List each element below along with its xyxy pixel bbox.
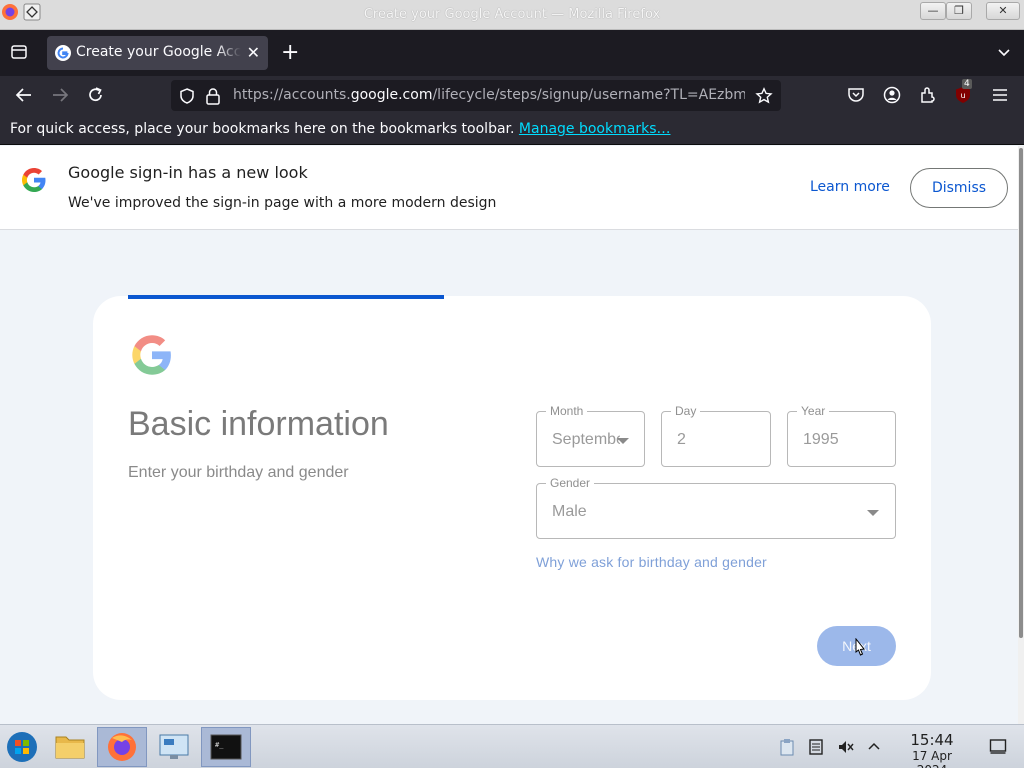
lock-icon[interactable] [205,87,221,105]
reload-icon[interactable] [85,85,107,105]
close-tab-icon[interactable]: ✕ [247,43,260,62]
bookmark-star-icon[interactable] [755,87,773,105]
taskbar-clock[interactable]: 15:44 17 Apr 2024 [895,731,969,768]
taskbar: #_ 15:44 17 Apr 2024 [0,724,1024,768]
page-heading: Basic information [128,405,389,443]
svg-text:u: u [960,91,965,100]
account-icon[interactable] [881,85,903,105]
minimize-button[interactable]: — [920,2,946,20]
folder-icon [55,736,85,759]
gender-label: Gender [546,476,595,490]
new-look-banner: Google sign-in has a new look We've impr… [0,146,1018,230]
tab-google-signup[interactable]: Create your Google Account ✕ [47,36,268,70]
banner-subtitle: We've improved the sign-in page with a m… [68,195,497,211]
pocket-icon[interactable] [845,85,867,105]
forward-arrow-icon[interactable] [49,85,71,105]
page-subheading: Enter your birthday and gender [128,464,349,481]
bookmarks-empty-message: For quick access, place your bookmarks h… [10,121,671,137]
chevron-down-icon [617,438,629,444]
taskbar-file-manager[interactable] [46,727,94,767]
back-arrow-icon[interactable] [13,85,35,105]
close-window-button[interactable]: ✕ [986,2,1020,20]
ublock-origin-button[interactable]: u 4 [953,79,975,107]
page-scrollbar[interactable] [1018,146,1024,724]
list-all-tabs-icon[interactable] [996,45,1012,61]
year-field[interactable]: Year 1995 [787,404,896,467]
year-label: Year [797,404,830,418]
banner-title: Google sign-in has a new look [68,163,308,182]
clock-time: 15:44 [910,731,954,749]
google-favicon-icon [55,45,71,61]
notes-icon[interactable] [808,738,824,756]
signup-card: Basic information Enter your birthday an… [93,296,931,700]
year-value: 1995 [803,431,839,448]
mouse-pointer-icon [855,638,865,656]
show-desktop-icon[interactable] [989,737,1007,755]
bookmarks-toolbar: For quick access, place your bookmarks h… [0,115,1024,145]
chevron-down-icon [867,510,879,516]
taskbar-terminal[interactable]: #_ [201,727,251,767]
volume-muted-icon[interactable] [837,738,855,756]
taskbar-system-monitor[interactable] [150,727,198,767]
taskbar-firefox[interactable] [97,727,147,767]
monitor-icon [159,734,189,759]
tab-label: Create your Google Account [76,44,241,60]
navigation-toolbar: https://accounts.google.com/lifecycle/st… [0,76,1024,115]
start-orb-icon [7,732,37,762]
svg-text:#_: #_ [215,741,224,749]
month-label: Month [546,404,588,418]
google-g-logo-icon [132,335,171,375]
day-label: Day [671,404,701,418]
tracking-protection-shield-icon[interactable] [178,87,196,105]
clock-date: 17 Apr 2024 [912,749,952,768]
firefox-view-icon[interactable] [10,43,28,61]
signup-progress-bar [128,295,444,299]
gender-value: Male [552,503,587,520]
day-value: 2 [677,431,686,448]
clipboard-icon[interactable] [779,738,795,756]
day-field[interactable]: Day 2 [661,404,771,467]
scrollbar-thumb[interactable] [1019,148,1023,638]
window-titlebar: Create your Google Account — Mozilla Fir… [0,0,1024,30]
google-g-logo-icon [22,168,46,192]
month-value: September [552,431,620,448]
window-title: Create your Google Account — Mozilla Fir… [363,7,661,22]
learn-more-link[interactable]: Learn more [810,179,890,195]
dismiss-button[interactable]: Dismiss [910,168,1008,208]
extension-badge-count: 4 [962,79,972,89]
extensions-icon[interactable] [917,85,939,105]
maximize-button[interactable]: ❐ [946,2,972,20]
manage-bookmarks-link[interactable]: Manage bookmarks… [519,121,671,137]
terminal-icon: #_ [210,734,242,760]
month-select[interactable]: Month September [536,404,645,467]
hamburger-menu-icon[interactable] [989,85,1011,105]
tab-strip: Create your Google Account ✕ + [0,30,1024,76]
chevron-up-icon[interactable] [866,738,882,756]
address-bar[interactable]: https://accounts.google.com/lifecycle/st… [171,80,781,111]
url-text: https://accounts.google.com/lifecycle/st… [233,87,745,103]
why-we-ask-link[interactable]: Why we ask for birthday and gender [536,554,767,570]
start-menu-button[interactable] [0,727,48,767]
new-tab-button[interactable]: + [281,40,299,65]
gender-select[interactable]: Gender Male [536,476,896,539]
firefox-icon [108,733,136,761]
